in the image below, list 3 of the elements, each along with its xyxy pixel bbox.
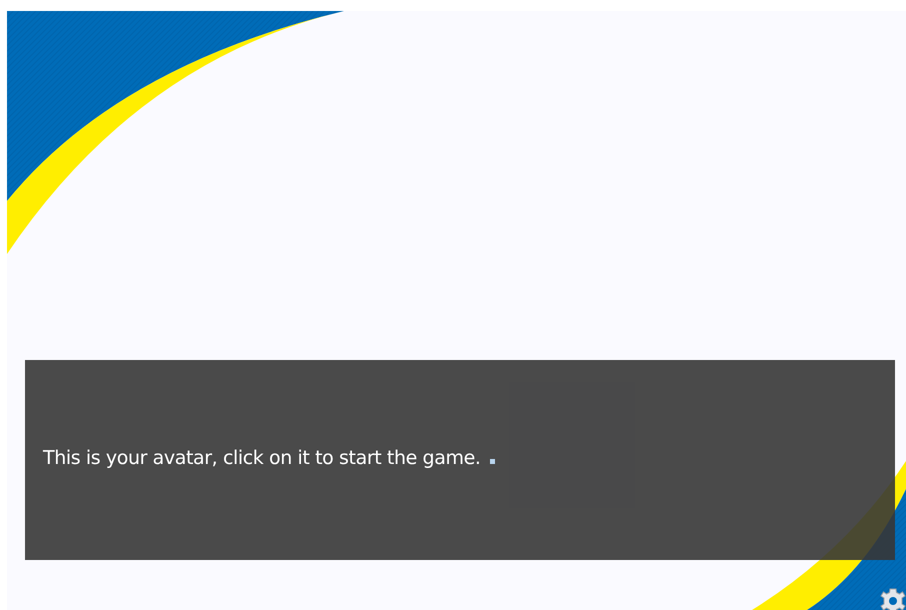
dialog-text: This is your avatar, click on it to start the game. <box>43 447 480 469</box>
cursor-icon <box>490 459 494 464</box>
settings-icon[interactable] <box>880 588 906 610</box>
